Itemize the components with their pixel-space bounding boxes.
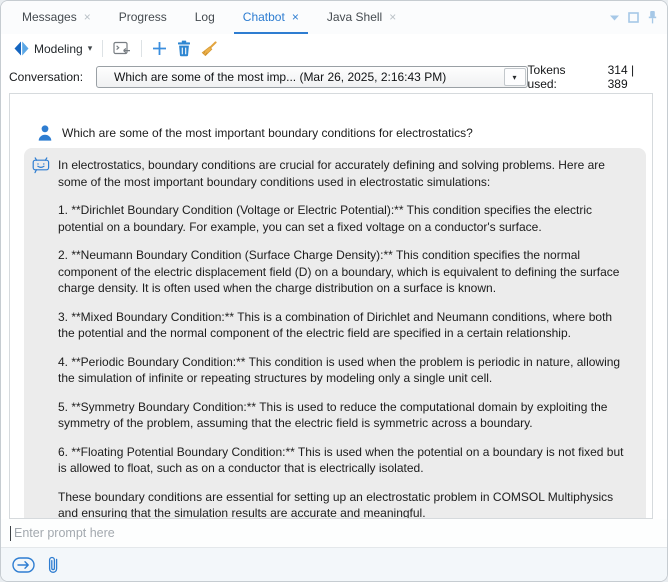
attach-button[interactable] bbox=[47, 555, 59, 575]
tokens-used-label: Tokens used: bbox=[528, 63, 598, 91]
tab-label: Progress bbox=[119, 10, 167, 24]
user-message-text: Which are some of the most important bou… bbox=[62, 126, 473, 140]
chat-area: Which are some of the most important bou… bbox=[9, 93, 653, 519]
conversation-selected-text: Which are some of the most imp... (Mar 2… bbox=[97, 70, 503, 84]
tab-label: Messages bbox=[22, 10, 77, 24]
open-in-shell-button[interactable] bbox=[108, 38, 136, 59]
broom-icon bbox=[201, 41, 217, 57]
window-controls bbox=[610, 1, 667, 34]
assistant-paragraph: In electrostatics, boundary conditions a… bbox=[58, 157, 632, 190]
assistant-paragraph: 1. **Dirichlet Boundary Condition (Volta… bbox=[58, 202, 632, 235]
combo-arrow-button[interactable]: ▾ bbox=[504, 68, 526, 86]
tab-label: Java Shell bbox=[327, 10, 382, 24]
tab-label: Chatbot bbox=[243, 10, 285, 24]
send-icon bbox=[12, 557, 35, 573]
assistant-paragraph: 4. **Periodic Boundary Condition:** This… bbox=[58, 354, 632, 387]
panel-menu-icon[interactable] bbox=[610, 15, 619, 21]
chatbot-window: Messages × Progress Log Chatbot × Java S… bbox=[0, 0, 668, 582]
console-icon bbox=[113, 41, 131, 56]
assistant-paragraph: 3. **Mixed Boundary Condition:** This is… bbox=[58, 309, 632, 342]
plus-icon bbox=[152, 41, 167, 56]
assistant-paragraph: 2. **Neumann Boundary Condition (Surface… bbox=[58, 247, 632, 297]
tab-java-shell[interactable]: Java Shell × bbox=[318, 1, 405, 34]
paperclip-icon bbox=[47, 555, 59, 575]
user-icon bbox=[38, 125, 52, 141]
maximize-icon[interactable] bbox=[628, 12, 639, 23]
tokens-used-value: 314 | 389 bbox=[608, 63, 657, 91]
tab-label: Log bbox=[195, 10, 215, 24]
chatbot-toolbar: Modeling ▾ bbox=[1, 34, 667, 63]
toolbar-separator bbox=[141, 40, 142, 57]
text-caret bbox=[10, 526, 11, 541]
tab-progress[interactable]: Progress bbox=[110, 1, 176, 34]
close-icon[interactable]: × bbox=[84, 11, 91, 23]
prompt-actions bbox=[1, 548, 667, 581]
tab-log[interactable]: Log bbox=[186, 1, 224, 34]
tokens-used: Tokens used: 314 | 389 bbox=[528, 63, 659, 91]
conversation-select[interactable]: Which are some of the most imp... (Mar 2… bbox=[96, 66, 527, 88]
close-icon[interactable]: × bbox=[292, 11, 299, 23]
assistant-message-text: In electrostatics, boundary conditions a… bbox=[58, 157, 632, 518]
close-icon[interactable]: × bbox=[389, 11, 396, 23]
assistant-paragraph: 6. **Floating Potential Boundary Conditi… bbox=[58, 444, 632, 477]
trash-icon bbox=[177, 40, 191, 57]
conversation-label: Conversation: bbox=[9, 70, 83, 84]
prompt-input[interactable] bbox=[12, 525, 667, 541]
pin-icon[interactable] bbox=[648, 11, 657, 24]
user-message-row: Which are some of the most important bou… bbox=[38, 126, 638, 141]
chevron-down-icon: ▾ bbox=[513, 73, 517, 82]
tab-chatbot[interactable]: Chatbot × bbox=[234, 1, 308, 34]
delete-conversation-button[interactable] bbox=[172, 37, 196, 60]
assistant-message: In electrostatics, boundary conditions a… bbox=[24, 148, 646, 518]
assistant-paragraph: These boundary conditions are essential … bbox=[58, 489, 632, 519]
assistant-paragraph: 5. **Symmetry Boundary Condition:** This… bbox=[58, 399, 632, 432]
tab-bar: Messages × Progress Log Chatbot × Java S… bbox=[1, 1, 667, 34]
toolbar-separator bbox=[102, 40, 103, 57]
clear-conversation-button[interactable] bbox=[196, 38, 222, 60]
new-conversation-button[interactable] bbox=[147, 38, 172, 59]
modeling-button[interactable]: Modeling ▾ bbox=[9, 38, 97, 59]
prompt-row bbox=[1, 519, 667, 548]
tab-messages[interactable]: Messages × bbox=[13, 1, 100, 34]
modeling-icon bbox=[14, 41, 29, 56]
conversation-bar: Conversation: Which are some of the most… bbox=[1, 63, 667, 91]
modeling-label: Modeling bbox=[34, 42, 83, 56]
send-button[interactable] bbox=[12, 557, 35, 573]
bot-icon bbox=[31, 156, 51, 179]
chevron-down-icon: ▾ bbox=[88, 44, 93, 53]
